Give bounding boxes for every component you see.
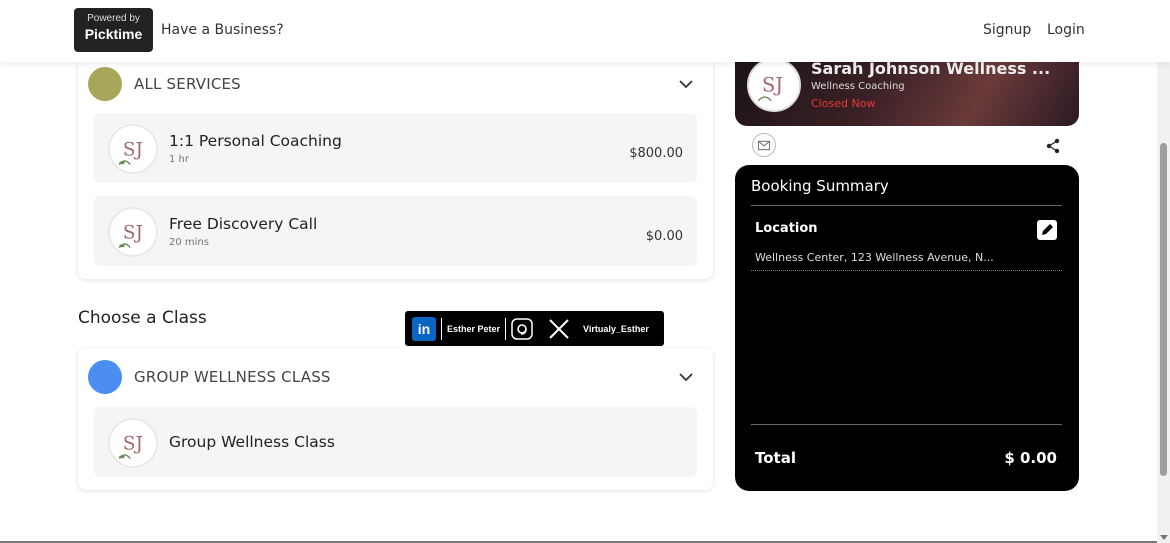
business-header: SJ Sarah Johnson Wellness ... Wellness C… [735, 62, 1079, 126]
booking-summary-title: Booking Summary [751, 177, 889, 195]
business-name: Sarah Johnson Wellness ... [811, 62, 1051, 78]
chevron-down-icon[interactable] [679, 77, 693, 91]
divider [751, 270, 1062, 271]
x-logo-icon[interactable] [547, 318, 571, 340]
login-link[interactable]: Login [1047, 22, 1085, 38]
location-label: Location [755, 221, 818, 236]
linkedin-icon[interactable]: in [412, 316, 436, 341]
location-address: Wellness Center, 123 Wellness Avenue, N.… [755, 251, 994, 264]
total-value: $ 0.00 [1004, 449, 1057, 467]
share-icon[interactable] [1045, 138, 1061, 154]
scrollbar[interactable] [1157, 0, 1170, 543]
picktime-badge[interactable]: Powered by Picktime [74, 8, 153, 52]
sj-logo-icon: SJ [108, 207, 158, 257]
sj-logo-icon: SJ [108, 124, 158, 174]
x-handle: Virtualy_Esther [583, 323, 649, 334]
scroll-down-arrow-icon[interactable] [1160, 535, 1168, 540]
choose-class-title: Choose a Class [78, 308, 207, 328]
service-item-discovery-call[interactable]: SJ Free Discovery Call 20 mins $0.00 [94, 196, 697, 266]
service-duration: 1 hr [169, 154, 189, 165]
service-name: 1:1 Personal Coaching [169, 132, 342, 150]
all-services-header[interactable]: ALL SERVICES [88, 67, 241, 101]
threads-icon[interactable] [511, 317, 533, 340]
pencil-icon[interactable] [1037, 220, 1057, 240]
svg-text:SJ: SJ [123, 222, 143, 243]
category-color-dot [88, 360, 122, 394]
top-bar: Powered by Picktime Have a Business? Sig… [0, 0, 1170, 62]
signup-link[interactable]: Signup [983, 22, 1031, 38]
sj-logo-icon: SJ [108, 418, 158, 468]
category-color-dot [88, 67, 122, 101]
business-status: Closed Now [811, 97, 876, 110]
divider [441, 317, 442, 340]
total-label: Total [755, 449, 796, 467]
svg-text:SJ: SJ [762, 73, 783, 96]
all-services-card: ALL SERVICES SJ 1:1 Personal Coaching 1 … [78, 56, 713, 279]
social-banner: in Esther Peter Virtualy_Esther [405, 311, 664, 346]
group-wellness-card: GROUP WELLNESS CLASS SJ Group Wellness C… [78, 348, 713, 490]
linkedin-name: Esther Peter [447, 323, 501, 334]
svg-text:SJ: SJ [123, 139, 143, 160]
class-item-group-wellness[interactable]: SJ Group Wellness Class [94, 407, 697, 477]
mail-icon[interactable] [752, 133, 776, 157]
svg-text:SJ: SJ [123, 433, 143, 454]
powered-by-text: Powered by [87, 13, 140, 24]
divider [751, 205, 1062, 206]
business-category: Wellness Coaching [811, 81, 905, 92]
group-wellness-header[interactable]: GROUP WELLNESS CLASS [88, 360, 331, 394]
divider [751, 424, 1062, 425]
scrollbar-thumb[interactable] [1160, 143, 1167, 476]
category-label: ALL SERVICES [134, 75, 241, 93]
service-duration: 20 mins [169, 237, 209, 248]
class-name: Group Wellness Class [169, 433, 335, 451]
category-label: GROUP WELLNESS CLASS [134, 368, 331, 386]
chevron-down-icon[interactable] [679, 370, 693, 384]
service-price: $0.00 [645, 229, 683, 244]
divider [505, 317, 507, 340]
service-price: $800.00 [629, 146, 683, 161]
business-logo-icon: SJ [747, 62, 801, 112]
picktime-brand: Picktime [84, 26, 143, 42]
have-a-business-link[interactable]: Have a Business? [161, 22, 284, 38]
service-item-personal-coaching[interactable]: SJ 1:1 Personal Coaching 1 hr $800.00 [94, 113, 697, 183]
service-name: Free Discovery Call [169, 215, 318, 233]
booking-summary: Booking Summary Location Wellness Center… [735, 165, 1079, 491]
